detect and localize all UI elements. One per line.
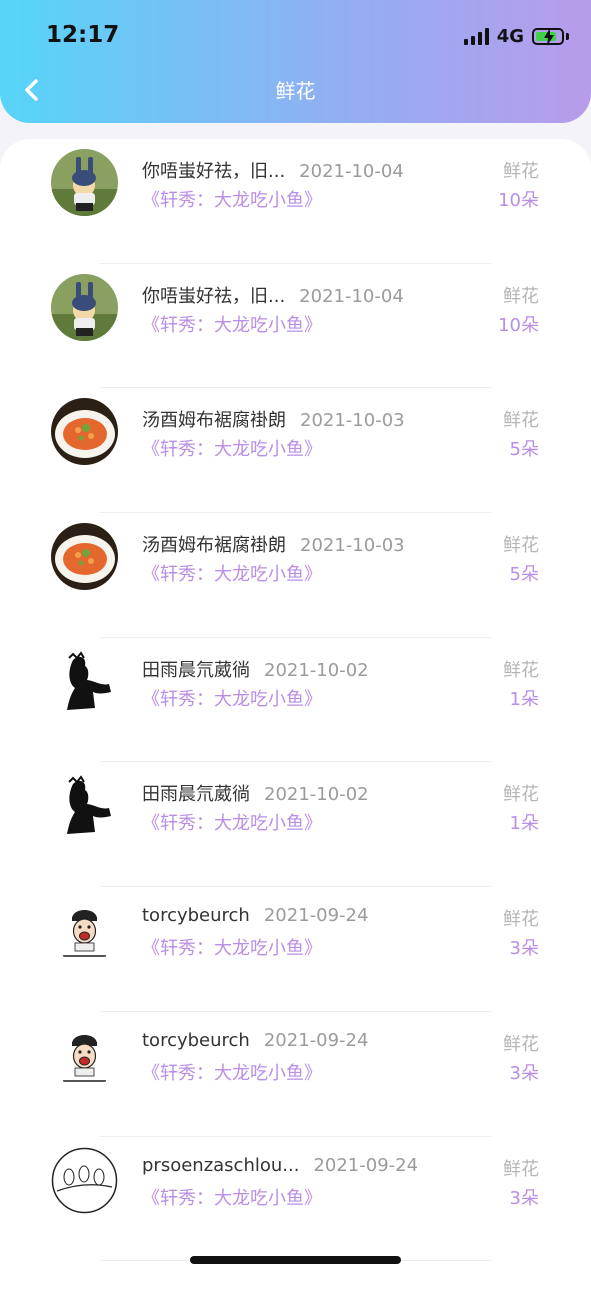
list-item[interactable]: torcybeurch 2021-09-24 《轩秀：大龙吃小鱼》 鲜花 3朵 bbox=[0, 1012, 591, 1137]
sender-name-text: 田雨晨氘葳徜 bbox=[142, 659, 250, 681]
gift-target: 《轩秀：大龙吃小鱼》 bbox=[142, 439, 322, 461]
list-item[interactable]: 汤酉姆布裾腐褂朗 2021-10-03 《轩秀：大龙吃小鱼》 鲜花 5朵 bbox=[0, 388, 591, 514]
sender-name-text: 汤酉姆布裾腐褂朗 bbox=[142, 535, 286, 557]
gift-date: 2021-10-04 bbox=[299, 285, 404, 307]
list-item[interactable]: 你唔蚩好祛，旧... 2021-10-04 《轩秀：大龙吃小鱼》 鲜花 10朵 bbox=[0, 264, 591, 389]
gift-count: 1朵 bbox=[509, 688, 539, 710]
list-item[interactable]: 你唔蚩好祛，旧... 2021-10-04 《轩秀：大龙吃小鱼》 鲜花 10朵 bbox=[0, 139, 591, 264]
gift-date: 2021-09-24 bbox=[313, 1154, 419, 1176]
network-type: 4G bbox=[496, 25, 524, 47]
gift-count: 3朵 bbox=[509, 938, 539, 960]
sender-name-text: 田雨晨氘葳徜 bbox=[142, 784, 250, 806]
gift-kind: 鲜花 bbox=[503, 909, 539, 931]
sender-name: torcybeurch 2021-09-24 bbox=[142, 905, 368, 926]
list-item[interactable]: torcybeurch 2021-09-24 《轩秀：大龙吃小鱼》 鲜花 3朵 bbox=[0, 887, 591, 1012]
gift-target: 《轩秀：大龙吃小鱼》 bbox=[142, 564, 322, 586]
gift-kind: 鲜花 bbox=[503, 1158, 539, 1180]
food-plate-avatar[interactable] bbox=[51, 398, 118, 466]
gift-kind: 鲜花 bbox=[503, 161, 539, 182]
gift-kind: 鲜花 bbox=[503, 410, 539, 432]
gift-target: 《轩秀：大龙吃小鱼》 bbox=[142, 1062, 322, 1084]
sender-name: 你唔蚩好祛，旧... 2021-10-04 bbox=[142, 157, 404, 183]
sender-name-text: 你唔蚩好祛，旧... bbox=[142, 285, 286, 307]
gift-target: 《轩秀：大龙吃小鱼》 bbox=[142, 813, 322, 835]
gift-kind: 鲜花 bbox=[503, 784, 539, 806]
gift-date: 2021-09-24 bbox=[263, 905, 369, 927]
silhouette-avatar[interactable] bbox=[51, 647, 118, 715]
silhouette-avatar[interactable] bbox=[51, 772, 118, 840]
sender-name-text: torcybeurch bbox=[142, 1029, 250, 1051]
gift-date: 2021-10-04 bbox=[299, 161, 404, 182]
list-item[interactable]: 田雨晨氘葳徜 2021-10-02 《轩秀：大龙吃小鱼》 鲜花 1朵 bbox=[0, 638, 591, 763]
sender-name-text: 你唔蚩好祛，旧... bbox=[142, 161, 286, 182]
gift-date: 2021-09-24 bbox=[263, 1029, 369, 1051]
gift-date: 2021-10-03 bbox=[300, 410, 405, 432]
page-title: 鲜花 bbox=[275, 79, 316, 103]
gift-count: 10朵 bbox=[498, 190, 539, 211]
sender-name-text: prsoenzaschlou... bbox=[142, 1154, 300, 1176]
status-time: 12:17 bbox=[46, 22, 120, 48]
gift-count: 5朵 bbox=[509, 564, 539, 586]
gift-kind: 鲜花 bbox=[503, 535, 539, 557]
battery-cap bbox=[566, 32, 569, 40]
cartoon-face-avatar[interactable] bbox=[51, 1021, 118, 1089]
sender-name-text: torcybeurch bbox=[142, 905, 250, 927]
list-item[interactable]: prsoenzaschlou... 2021-09-24 《轩秀：大龙吃小鱼》 鲜花 3… bbox=[0, 1137, 591, 1262]
sender-name-text: 汤酉姆布裾腐褂朗 bbox=[142, 410, 286, 432]
gift-date: 2021-10-02 bbox=[264, 659, 369, 681]
gift-count: 3朵 bbox=[509, 1062, 539, 1084]
sender-name: torcybeurch 2021-09-24 bbox=[142, 1030, 368, 1051]
list-item[interactable]: 汤酉姆布裾腐褂朗 2021-10-03 《轩秀：大龙吃小鱼》 鲜花 5朵 bbox=[0, 513, 591, 638]
sender-name: prsoenzaschlou... 2021-09-24 bbox=[142, 1155, 418, 1176]
bunny-figure-avatar[interactable] bbox=[51, 273, 118, 341]
bunny-figure-avatar[interactable] bbox=[51, 149, 118, 216]
sender-name: 你唔蚩好祛，旧... 2021-10-04 bbox=[142, 282, 404, 308]
gift-target: 《轩秀：大龙吃小鱼》 bbox=[142, 938, 322, 960]
signal-icon bbox=[463, 27, 489, 45]
gift-date: 2021-10-02 bbox=[264, 784, 369, 806]
sender-name: 汤酉姆布裾腐褂朗 2021-10-03 bbox=[142, 406, 405, 432]
gift-kind: 鲜花 bbox=[503, 285, 539, 307]
gift-target: 《轩秀：大龙吃小鱼》 bbox=[142, 314, 322, 336]
sender-name: 汤酉姆布裾腐褂朗 2021-10-03 bbox=[142, 531, 405, 557]
gift-count: 3朵 bbox=[509, 1187, 539, 1209]
gift-target: 《轩秀：大龙吃小鱼》 bbox=[142, 688, 322, 710]
gift-count: 5朵 bbox=[509, 439, 539, 461]
status-indicators: 4G bbox=[463, 24, 569, 48]
records-list: 你唔蚩好祛，旧... 2021-10-04 《轩秀：大龙吃小鱼》 鲜花 10朵 你唔蚩好祛… bbox=[0, 139, 591, 1299]
gift-count: 1朵 bbox=[509, 813, 539, 835]
gift-date: 2021-10-03 bbox=[300, 535, 405, 557]
gift-kind: 鲜花 bbox=[503, 659, 539, 681]
home-indicator bbox=[190, 1256, 401, 1264]
birds-sketch-avatar[interactable] bbox=[51, 1146, 118, 1214]
food-plate-avatar[interactable] bbox=[51, 523, 118, 591]
list-item[interactable]: 田雨晨氘葳徜 2021-10-02 《轩秀：大龙吃小鱼》 鲜花 1朵 bbox=[0, 762, 591, 888]
cartoon-face-avatar[interactable] bbox=[51, 897, 118, 965]
gift-kind: 鲜花 bbox=[503, 1033, 539, 1055]
gift-target: 《轩秀：大龙吃小鱼》 bbox=[142, 1187, 322, 1209]
battery-icon bbox=[532, 27, 564, 46]
sender-name: 田雨晨氘葳徜 2021-10-02 bbox=[142, 780, 369, 806]
sender-name: 田雨晨氘葳徜 2021-10-02 bbox=[142, 656, 369, 682]
gift-count: 10朵 bbox=[498, 314, 539, 336]
gift-target: 《轩秀：大龙吃小鱼》 bbox=[142, 190, 322, 211]
header: 12:17 4G 鲜花 bbox=[0, 0, 591, 123]
